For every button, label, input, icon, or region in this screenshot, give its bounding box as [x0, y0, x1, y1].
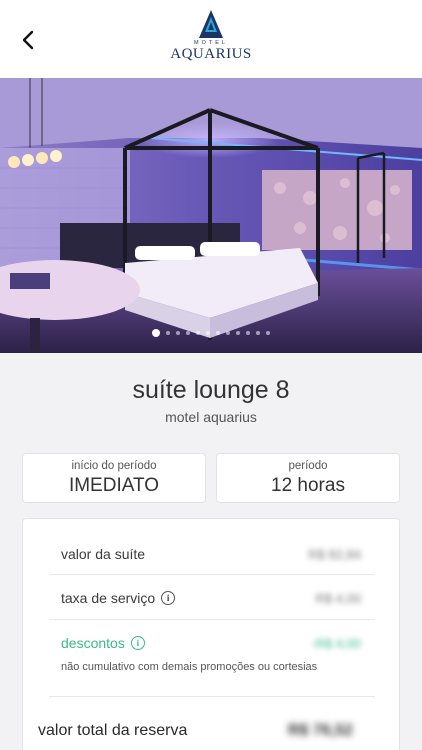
period-start-box[interactable]: início do período IMEDIATO: [22, 453, 206, 503]
discount-note: não cumulativo com demais promoções ou c…: [61, 661, 318, 673]
carousel-dot[interactable]: [226, 331, 230, 335]
discount-value: -R$ 4,00: [311, 636, 361, 651]
period-duration-value: 12 horas: [271, 475, 345, 496]
suite-title: suíte lounge 8: [132, 376, 290, 404]
period-start-label: início do período: [71, 460, 157, 472]
suite-price-value: R$ 82,84: [308, 547, 361, 562]
service-fee-label-group: taxa de serviço i: [61, 590, 176, 606]
total-label: valor total da reserva: [38, 722, 188, 739]
logo-wordmark: AQUARIUS: [170, 46, 252, 62]
carousel-dot[interactable]: [186, 331, 190, 335]
motel-logo: MOTEL AQUARIUS: [166, 8, 256, 66]
service-fee-value: R$ 4,00: [315, 591, 361, 606]
period-start-value: IMEDIATO: [68, 475, 160, 496]
carousel-dot[interactable]: [196, 331, 200, 335]
back-button[interactable]: [14, 26, 42, 54]
suite-photo-carousel[interactable]: [0, 78, 422, 353]
info-icon[interactable]: i: [130, 636, 145, 650]
app-header: MOTEL AQUARIUS: [0, 0, 422, 78]
carousel-dot[interactable]: [266, 331, 270, 335]
suite-price-row: valor da suíte R$ 82,84: [49, 533, 375, 575]
period-duration-box[interactable]: período 12 horas: [216, 453, 400, 503]
discount-row: descontos i -R$ 4,00 não cumulativo com …: [49, 621, 375, 697]
carousel-dot[interactable]: [166, 331, 170, 335]
service-fee-row: taxa de serviço i R$ 4,00: [49, 576, 375, 620]
motel-name: motel aquarius: [165, 409, 257, 425]
service-fee-label: taxa de serviço: [61, 590, 156, 606]
carousel-dot[interactable]: [216, 331, 220, 335]
suite-price-label: valor da suíte: [61, 546, 146, 562]
info-icon[interactable]: i: [161, 591, 176, 605]
suite-photo: [0, 78, 422, 353]
discount-label: descontos: [61, 635, 125, 651]
carousel-dot[interactable]: [176, 331, 180, 335]
carousel-dot[interactable]: [236, 331, 240, 335]
total-value: R$ 76,52: [288, 722, 353, 739]
pricing-card: valor da suíte R$ 82,84 taxa de serviço …: [22, 518, 400, 750]
logo-emblem: [199, 10, 223, 38]
discount-label-group: descontos i: [61, 635, 145, 651]
chevron-left-icon: [22, 30, 34, 50]
carousel-dot[interactable]: [256, 331, 260, 335]
period-duration-label: período: [288, 460, 328, 472]
carousel-dot[interactable]: [152, 329, 160, 337]
carousel-dot[interactable]: [246, 331, 250, 335]
carousel-dot[interactable]: [206, 331, 210, 335]
carousel-pagination: [0, 329, 422, 337]
